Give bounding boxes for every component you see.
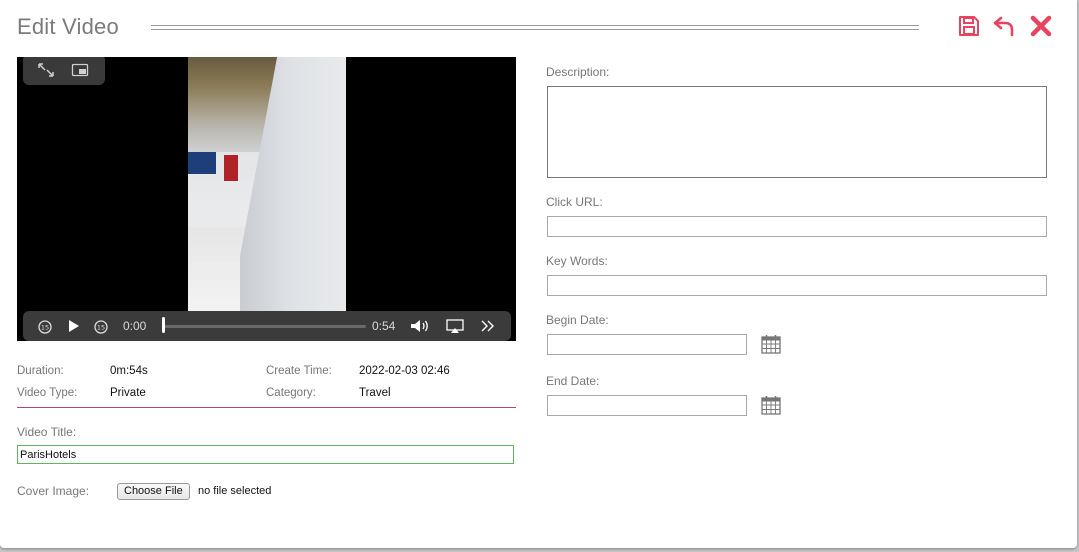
forward-15-icon[interactable]: 15 [93, 317, 109, 335]
seek-thumb[interactable] [162, 317, 165, 333]
video-control-bar: 15 15 0:00 0:54 [23, 311, 511, 341]
play-icon[interactable] [67, 317, 81, 335]
begin-date-label: Begin Date: [546, 313, 609, 327]
save-icon[interactable] [957, 14, 981, 38]
description-label: Description: [546, 65, 610, 79]
info-divider [17, 407, 516, 408]
click-url-input[interactable] [547, 216, 1047, 237]
key-words-input[interactable] [547, 275, 1047, 296]
click-url-label: Click URL: [546, 195, 603, 209]
choose-file-button[interactable]: Choose File [117, 483, 190, 500]
edit-video-dialog: Edit Video 15 15 0:00 0:54 Duration: 0m:… [0, 0, 1077, 548]
undo-icon[interactable] [992, 14, 1016, 38]
close-icon[interactable] [1029, 14, 1053, 38]
end-date-calendar-icon[interactable] [760, 394, 782, 416]
category-label: Category: [266, 387, 316, 399]
video-type-label: Video Type: [17, 387, 78, 399]
category-value: Travel [359, 387, 391, 399]
begin-date-calendar-icon[interactable] [760, 333, 782, 355]
total-time: 0:54 [372, 319, 396, 333]
svg-text:15: 15 [41, 324, 49, 332]
current-time: 0:00 [123, 319, 147, 333]
dialog-title: Edit Video [17, 14, 119, 39]
rewind-15-icon[interactable]: 15 [37, 317, 53, 335]
file-status-text: no file selected [198, 485, 272, 497]
begin-date-input[interactable] [547, 334, 747, 355]
duration-value: 0m:54s [110, 365, 148, 377]
cover-image-label: Cover Image: [17, 484, 90, 498]
video-title-label: Video Title: [17, 425, 77, 439]
end-date-label: End Date: [546, 374, 600, 388]
end-date-input[interactable] [547, 395, 747, 416]
video-title-input[interactable]: ParisHotels [17, 445, 514, 464]
video-player[interactable]: 15 15 0:00 0:54 [17, 57, 516, 341]
description-textarea[interactable] [547, 86, 1047, 178]
svg-text:15: 15 [97, 324, 105, 332]
seek-bar[interactable] [164, 325, 366, 328]
create-time-label: Create Time: [266, 365, 332, 377]
more-icon[interactable] [479, 317, 497, 335]
create-time-value: 2022-02-03 02:46 [359, 365, 450, 377]
title-divider [151, 25, 919, 30]
airplay-icon[interactable] [445, 317, 465, 335]
video-type-value: Private [110, 387, 146, 399]
duration-label: Duration: [17, 365, 64, 377]
picture-in-picture-icon[interactable] [71, 62, 89, 78]
key-words-label: Key Words: [546, 254, 608, 268]
video-frame [188, 57, 346, 312]
volume-icon[interactable] [409, 317, 431, 335]
fullscreen-icon[interactable] [37, 62, 55, 78]
video-top-controls [23, 57, 105, 85]
